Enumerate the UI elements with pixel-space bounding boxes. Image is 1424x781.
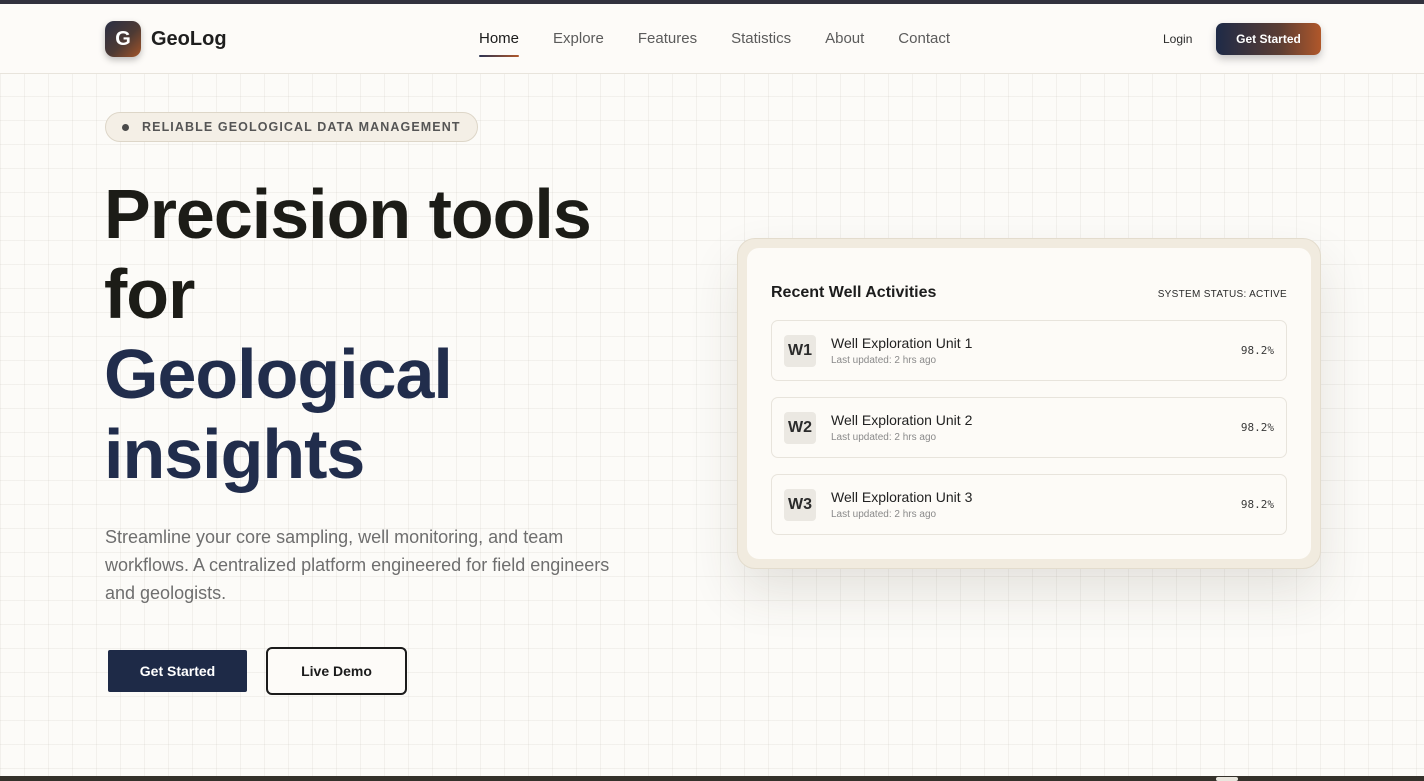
hero-title: Precision tools for Geological insights [104,174,664,494]
well-percent: 98.2% [1240,421,1274,434]
panel-title: Recent Well Activities [771,284,937,301]
header-get-started-button[interactable]: Get Started [1216,23,1321,55]
hero-title-line-1: Precision tools [104,175,592,253]
nav-link-features[interactable]: Features [621,30,714,47]
well-activities-panel: Recent Well Activities SYSTEM STATUS: AC… [747,248,1311,559]
well-percent: 98.2% [1240,498,1274,511]
nav-link-home[interactable]: Home [462,30,536,57]
well-code-badge: W1 [784,335,816,367]
well-last-updated: Last updated: 2 hrs ago [831,432,937,443]
hero-subtitle: Streamline your core sampling, well moni… [105,527,610,603]
well-code-badge: W2 [784,412,816,444]
nav-link-explore[interactable]: Explore [536,30,621,47]
well-list: W1 Well Exploration Unit 1 Last updated:… [771,320,1287,551]
main-nav: Home Explore Features Statistics About C… [462,30,967,57]
well-name: Well Exploration Unit 3 [831,489,973,505]
well-last-updated: Last updated: 2 hrs ago [831,509,937,520]
well-name: Well Exploration Unit 1 [831,335,973,351]
well-percent: 98.2% [1240,344,1274,357]
well-name: Well Exploration Unit 2 [831,412,973,428]
nav-link-about[interactable]: About [808,30,881,47]
hero-badge: RELIABLE GEOLOGICAL DATA MANAGEMENT [105,112,478,142]
window-bottom-edge [0,776,1424,781]
well-last-updated: Last updated: 2 hrs ago [831,355,937,366]
nav-link-contact[interactable]: Contact [881,30,967,47]
hero-badge-text: RELIABLE GEOLOGICAL DATA MANAGEMENT [142,120,461,134]
brand-logo[interactable]: G GeoLog [105,21,227,57]
well-activities-card: Recent Well Activities SYSTEM STATUS: AC… [737,238,1321,569]
well-row[interactable]: W2 Well Exploration Unit 2 Last updated:… [771,397,1287,458]
system-status: SYSTEM STATUS: ACTIVE [1157,289,1287,300]
hero-get-started-button[interactable]: Get Started [108,650,247,692]
hero-title-line-2: for [104,255,195,333]
nav-link-statistics[interactable]: Statistics [714,30,808,47]
scroll-indicator [1216,777,1238,781]
well-code-badge: W3 [784,489,816,521]
well-row[interactable]: W3 Well Exploration Unit 3 Last updated:… [771,474,1287,535]
site-header: G GeoLog Home Explore Features Statistic… [0,4,1424,74]
well-row[interactable]: W1 Well Exploration Unit 1 Last updated:… [771,320,1287,381]
logo-mark-icon: G [105,21,141,57]
bullet-dot-icon [122,123,129,131]
live-demo-button[interactable]: Live Demo [266,647,407,695]
brand-name: GeoLog [151,27,227,50]
login-link[interactable]: Login [1163,32,1192,46]
hero-title-accent-line-2: insights [104,415,365,493]
hero-title-accent-line-1: Geological [104,335,453,413]
